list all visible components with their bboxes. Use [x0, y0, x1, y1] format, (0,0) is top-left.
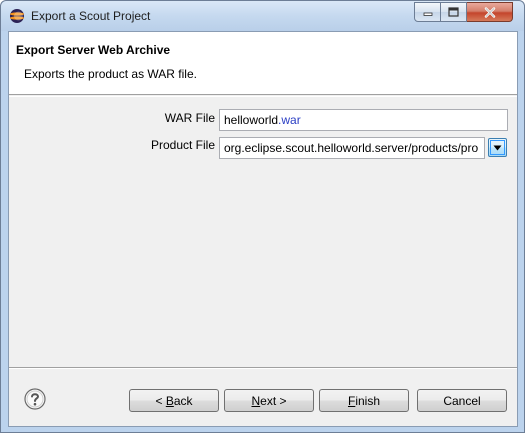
war-file-label: WAR File [164, 111, 215, 125]
next-rest: ext > [260, 393, 287, 408]
finish-button[interactable]: Finish [319, 389, 409, 412]
cancel-button[interactable]: Cancel [417, 389, 507, 412]
minimize-button[interactable] [414, 2, 441, 22]
minimize-icon [423, 12, 432, 16]
dialog-content: Export Server Web Archive Exports the pr… [8, 31, 518, 427]
footer-separator-highlight [9, 368, 517, 369]
back-prefix: < [155, 393, 166, 408]
back-rest: ack [173, 393, 193, 408]
dialog-window: Export a Scout Project Export Server Web… [0, 0, 525, 433]
close-button[interactable] [467, 2, 513, 22]
war-file-value: helloworld [224, 113, 279, 127]
finish-rest: inish [355, 393, 381, 408]
eclipse-icon [10, 9, 24, 23]
product-file-input[interactable]: org.eclipse.scout.helloworld.server/prod… [219, 137, 485, 159]
back-button[interactable]: < Back [129, 389, 219, 412]
product-file-dropdown-button[interactable] [488, 138, 507, 157]
title-bar[interactable]: Export a Scout Project [1, 1, 524, 31]
page-title: Export Server Web Archive [16, 43, 171, 57]
cancel-label: Cancel [443, 393, 481, 408]
help-icon[interactable] [24, 388, 46, 410]
product-file-label: Product File [150, 138, 215, 152]
chevron-down-icon [493, 145, 502, 150]
maximize-icon [448, 7, 459, 17]
close-icon [484, 6, 495, 18]
war-file-input[interactable]: helloworld.war [219, 109, 508, 131]
finish-mnemonic: F [347, 393, 356, 408]
back-mnemonic: B [165, 393, 174, 408]
next-mnemonic: N [251, 393, 261, 408]
product-file-value: org.eclipse.scout.helloworld.server/prod… [224, 141, 479, 155]
next-button[interactable]: Next > [224, 389, 314, 412]
page-description: Exports the product as WAR file. [24, 67, 197, 81]
banner-separator [9, 96, 517, 97]
wizard-banner: Export Server Web Archive Exports the pr… [9, 32, 517, 95]
maximize-button[interactable] [441, 2, 467, 22]
war-file-extension: .war [278, 113, 301, 127]
window-title: Export a Scout Project [31, 9, 151, 23]
